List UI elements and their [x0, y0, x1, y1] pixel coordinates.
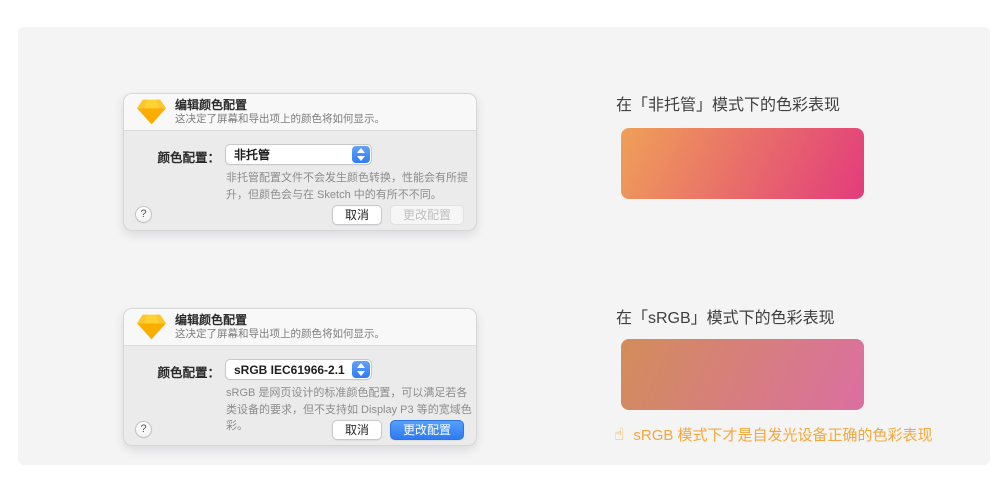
dialog-header: 编辑颜色配置 这决定了屏幕和导出项上的颜色将如何显示。: [124, 94, 476, 131]
help-button[interactable]: ?: [135, 206, 152, 223]
srgb-note: ☝ sRGB 模式下才是自发光设备正确的色彩表现: [614, 424, 933, 445]
color-profile-dialog-unmanaged: 编辑颜色配置 这决定了屏幕和导出项上的颜色将如何显示。 颜色配置： 非托管 非托…: [123, 93, 477, 231]
dropdown-stepper-icon[interactable]: [352, 361, 370, 378]
color-profile-dropdown[interactable]: 非托管: [225, 144, 372, 165]
color-profile-dropdown[interactable]: sRGB IEC61966-2.1: [225, 359, 372, 380]
srgb-note-text: sRGB 模式下才是自发光设备正确的色彩表现: [633, 424, 932, 445]
dialog-subtitle: 这决定了屏幕和导出项上的颜色将如何显示。: [175, 113, 385, 126]
change-profile-button[interactable]: 更改配置: [390, 420, 464, 440]
dialog-subtitle: 这决定了屏幕和导出项上的颜色将如何显示。: [175, 328, 385, 341]
dropdown-selected-value: 非托管: [226, 146, 352, 163]
dialog-header: 编辑颜色配置 这决定了屏幕和导出项上的颜色将如何显示。: [124, 309, 476, 346]
cancel-button[interactable]: 取消: [332, 420, 382, 440]
color-profile-dialog-srgb: 编辑颜色配置 这决定了屏幕和导出项上的颜色将如何显示。 颜色配置： sRGB I…: [123, 308, 477, 446]
dropdown-stepper-icon[interactable]: [352, 146, 370, 163]
srgb-mode-heading: 在「sRGB」模式下的色彩表现: [616, 304, 835, 328]
dialog-title: 编辑颜色配置: [175, 314, 385, 327]
help-button[interactable]: ?: [135, 421, 152, 438]
unmanaged-gradient-swatch: [621, 128, 864, 199]
pointing-up-finger-icon: ☝: [614, 425, 624, 445]
profile-description-text: 非托管配置文件不会发生颜色转换，性能会有所提升，但颜色会与在 Sketch 中的…: [226, 170, 476, 203]
change-profile-button[interactable]: 更改配置: [390, 205, 464, 225]
dialog-title: 编辑颜色配置: [175, 99, 385, 112]
srgb-gradient-swatch: [621, 339, 864, 410]
content-panel: 编辑颜色配置 这决定了屏幕和导出项上的颜色将如何显示。 颜色配置： 非托管 非托…: [18, 27, 990, 465]
unmanaged-mode-heading: 在「非托管」模式下的色彩表现: [616, 91, 840, 115]
sketch-diamond-icon: [137, 99, 166, 125]
color-profile-field-label: 颜色配置：: [124, 362, 220, 381]
sketch-diamond-icon: [137, 314, 166, 340]
color-profile-field-label: 颜色配置：: [124, 147, 220, 166]
dropdown-selected-value: sRGB IEC61966-2.1: [226, 363, 352, 377]
cancel-button[interactable]: 取消: [332, 205, 382, 225]
